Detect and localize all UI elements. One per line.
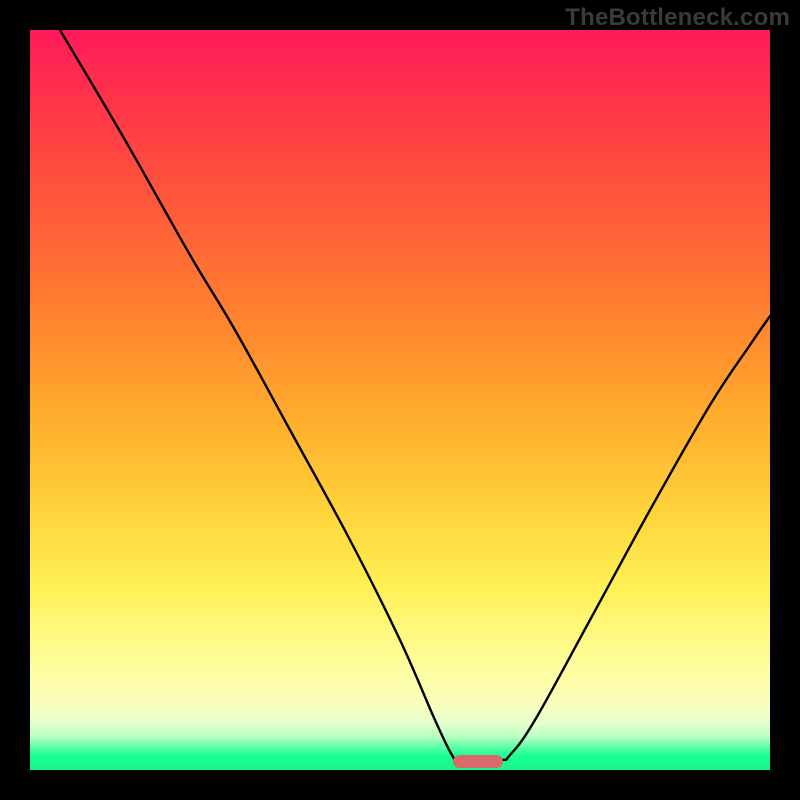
watermark-text: TheBottleneck.com (565, 4, 790, 32)
curve-layer (30, 30, 770, 770)
optimal-marker (453, 755, 503, 768)
bottleneck-curve (60, 30, 770, 761)
plot-area (30, 30, 770, 770)
chart-frame: TheBottleneck.com (0, 0, 800, 800)
